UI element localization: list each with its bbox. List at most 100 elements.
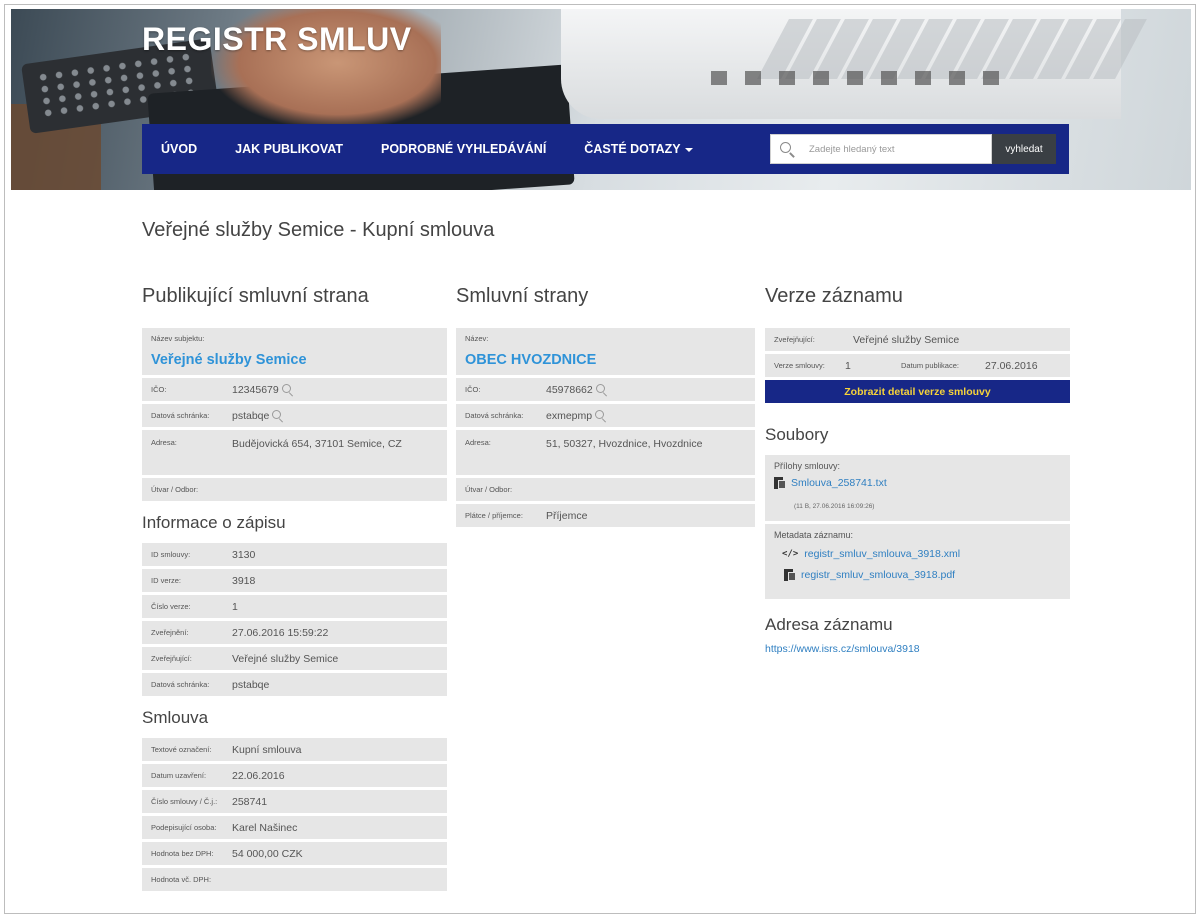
- record-info-value: 1: [232, 600, 238, 613]
- publisher-name-link[interactable]: Veřejné služby Semice: [151, 352, 438, 368]
- attachments-label: Přílohy smlouvy:: [774, 461, 841, 471]
- record-info-value: pstabqe: [232, 678, 270, 691]
- search-box: [770, 134, 992, 164]
- contract-label: Textové označení:: [151, 745, 212, 754]
- record-info-value: 3130: [232, 548, 256, 561]
- party-ico-row: IČO: 45978662: [456, 378, 755, 401]
- contract-value: 54 000,00 CZK: [232, 847, 303, 860]
- banner-ports-decoration: [711, 71, 1011, 85]
- publisher-dept-label: Útvar / Odbor:: [151, 485, 199, 494]
- version-heading: Verze záznamu: [765, 285, 903, 307]
- publisher-column: Publikující smluvní strana Název subjekt…: [142, 285, 447, 894]
- party-role-value: Příjemce: [546, 509, 588, 522]
- contract-label: Podepisující osoba:: [151, 823, 217, 832]
- record-info-label: ID verze:: [151, 576, 182, 585]
- party-box-label: Datová schránka:: [465, 411, 524, 420]
- publisher-address-value: Budějovická 654, 37101 Semice, CZ: [232, 438, 402, 450]
- search-input[interactable]: [797, 143, 977, 155]
- party-address-value: 51, 50327, Hvozdnice, Hvozdnice: [546, 438, 703, 450]
- metadata-pdf-link[interactable]: registr_smluv_smlouva_3918.pdf: [801, 569, 955, 581]
- party-ico-label: IČO:: [465, 385, 481, 394]
- record-info-label: Zveřejnění:: [151, 628, 189, 637]
- publisher-name-box: Název subjektu: Veřejné služby Semice: [142, 328, 447, 375]
- search-button[interactable]: vyhledat: [992, 134, 1056, 164]
- files-heading: Soubory: [765, 425, 829, 444]
- party-ico-value: 45978662: [546, 383, 593, 396]
- publisher-ico-row: IČO: 12345679: [142, 378, 447, 401]
- version-date-label: Datum publikace:: [901, 361, 959, 370]
- version-date-value: 27.06.2016: [985, 359, 1038, 372]
- contract-value: 22.06.2016: [232, 769, 285, 782]
- contract-label: Hodnota bez DPH:: [151, 849, 214, 858]
- contract-label: Datum uzavření:: [151, 771, 207, 780]
- site-title[interactable]: REGISTR SMLUV: [142, 21, 412, 58]
- party-role-row: Plátce / příjemce: Příjemce: [456, 504, 755, 527]
- metadata-label: Metadata záznamu:: [774, 530, 854, 540]
- version-number-row: Verze smlouvy: 1 Datum publikace: 27.06.…: [765, 354, 1070, 377]
- record-info-label: ID smlouvy:: [151, 550, 191, 559]
- record-info-row: ID verze: 3918: [142, 569, 447, 592]
- publisher-ico-value: 12345679: [232, 383, 279, 396]
- record-info-label: Zveřejňující:: [151, 654, 192, 663]
- databox-search-icon[interactable]: [271, 409, 284, 422]
- document-icon: [774, 477, 786, 489]
- record-info-label: Datová schránka:: [151, 680, 210, 689]
- publisher-ico-label: IČO:: [151, 385, 167, 394]
- metadata-xml-link[interactable]: registr_smluv_smlouva_3918.xml: [804, 548, 960, 560]
- record-address-heading: Adresa záznamu: [765, 615, 893, 634]
- nav-item-caste-dotazy[interactable]: ČASTÉ DOTAZY: [565, 142, 711, 156]
- metadata-box: Metadata záznamu: </> registr_smluv_smlo…: [765, 524, 1070, 599]
- banner-keyboard-decoration: [755, 19, 1147, 79]
- record-info-value: 27.06.2016 15:59:22: [232, 626, 329, 639]
- nav-item-podrobne-vyhledavani[interactable]: PODROBNÉ VYHLEDÁVÁNÍ: [362, 142, 565, 156]
- contract-row: Datum uzavření: 22.06.2016: [142, 764, 447, 787]
- databox-search-icon[interactable]: [594, 409, 607, 422]
- nav-item-uvod[interactable]: ÚVOD: [142, 142, 216, 156]
- page-title: Veřejné služby Semice - Kupní smlouva: [142, 219, 495, 241]
- attachment-link[interactable]: Smlouva_258741.txt: [791, 477, 887, 489]
- publisher-box-row: Datová schránka: pstabqe: [142, 404, 447, 427]
- ico-search-icon[interactable]: [595, 383, 608, 396]
- contract-row: Textové označení: Kupní smlouva: [142, 738, 447, 761]
- publisher-box-value: pstabqe: [232, 409, 270, 422]
- record-info-row: ID smlouvy: 3130: [142, 543, 447, 566]
- record-info-row: Zveřejňující: Veřejné služby Semice: [142, 647, 447, 670]
- party-role-label: Plátce / příjemce:: [465, 511, 523, 520]
- metadata-xml-item: </> registr_smluv_smlouva_3918.xml: [774, 548, 1061, 560]
- code-icon: </>: [782, 549, 799, 559]
- contract-row: Hodnota vč. DPH:: [142, 868, 447, 891]
- contract-label: Číslo smlouvy / Č.j.:: [151, 797, 218, 806]
- nav-item-caste-dotazy-label: ČASTÉ DOTAZY: [584, 142, 681, 156]
- contract-value: Karel Našinec: [232, 821, 298, 834]
- party-dept-label: Útvar / Odbor:: [465, 485, 513, 494]
- pdf-icon: [784, 569, 796, 581]
- version-number-label: Verze smlouvy:: [774, 361, 825, 370]
- record-address-link[interactable]: https://www.isrs.cz/smlouva/3918: [765, 643, 1070, 655]
- chevron-down-icon: [684, 147, 693, 152]
- record-info-label: Číslo verze:: [151, 602, 191, 611]
- main-navbar: ÚVOD JAK PUBLIKOVAT PODROBNÉ VYHLEDÁVÁNÍ…: [142, 124, 1069, 174]
- contract-value: 258741: [232, 795, 268, 808]
- parties-column: Smluvní strany Název: OBEC HVOZDNICE IČO…: [456, 285, 755, 530]
- parties-heading: Smluvní strany: [456, 285, 589, 307]
- search-icon: [771, 135, 797, 163]
- record-info-heading: Informace o zápisu: [142, 513, 286, 532]
- party-box-value: exmepmp: [546, 409, 593, 422]
- attachments-box: Přílohy smlouvy: Smlouva_258741.txt (11 …: [765, 455, 1070, 521]
- publisher-address-label: Adresa:: [151, 438, 177, 447]
- attachment-meta: (11 B, 27.06.2016 16:09:26): [794, 503, 875, 510]
- publisher-heading: Publikující smluvní strana: [142, 285, 369, 307]
- version-detail-button[interactable]: Zobrazit detail verze smlouvy: [765, 380, 1070, 403]
- header-banner: REGISTR SMLUV ÚVOD JAK PUBLIKOVAT PODROB…: [11, 9, 1191, 190]
- contract-heading: Smlouva: [142, 708, 209, 727]
- nav-item-jak-publikovat[interactable]: JAK PUBLIKOVAT: [216, 142, 362, 156]
- publisher-box-label: Datová schránka:: [151, 411, 210, 420]
- party-name-label: Název:: [465, 334, 489, 343]
- contract-label: Hodnota vč. DPH:: [151, 875, 212, 884]
- party-name-link[interactable]: OBEC HVOZDNICE: [465, 352, 746, 368]
- ico-search-icon[interactable]: [281, 383, 294, 396]
- record-info-row: Datová schránka: pstabqe: [142, 673, 447, 696]
- version-number-value: 1: [845, 359, 851, 372]
- attachment-item: Smlouva_258741.txt: [774, 477, 1061, 489]
- publisher-dept-row: Útvar / Odbor:: [142, 478, 447, 501]
